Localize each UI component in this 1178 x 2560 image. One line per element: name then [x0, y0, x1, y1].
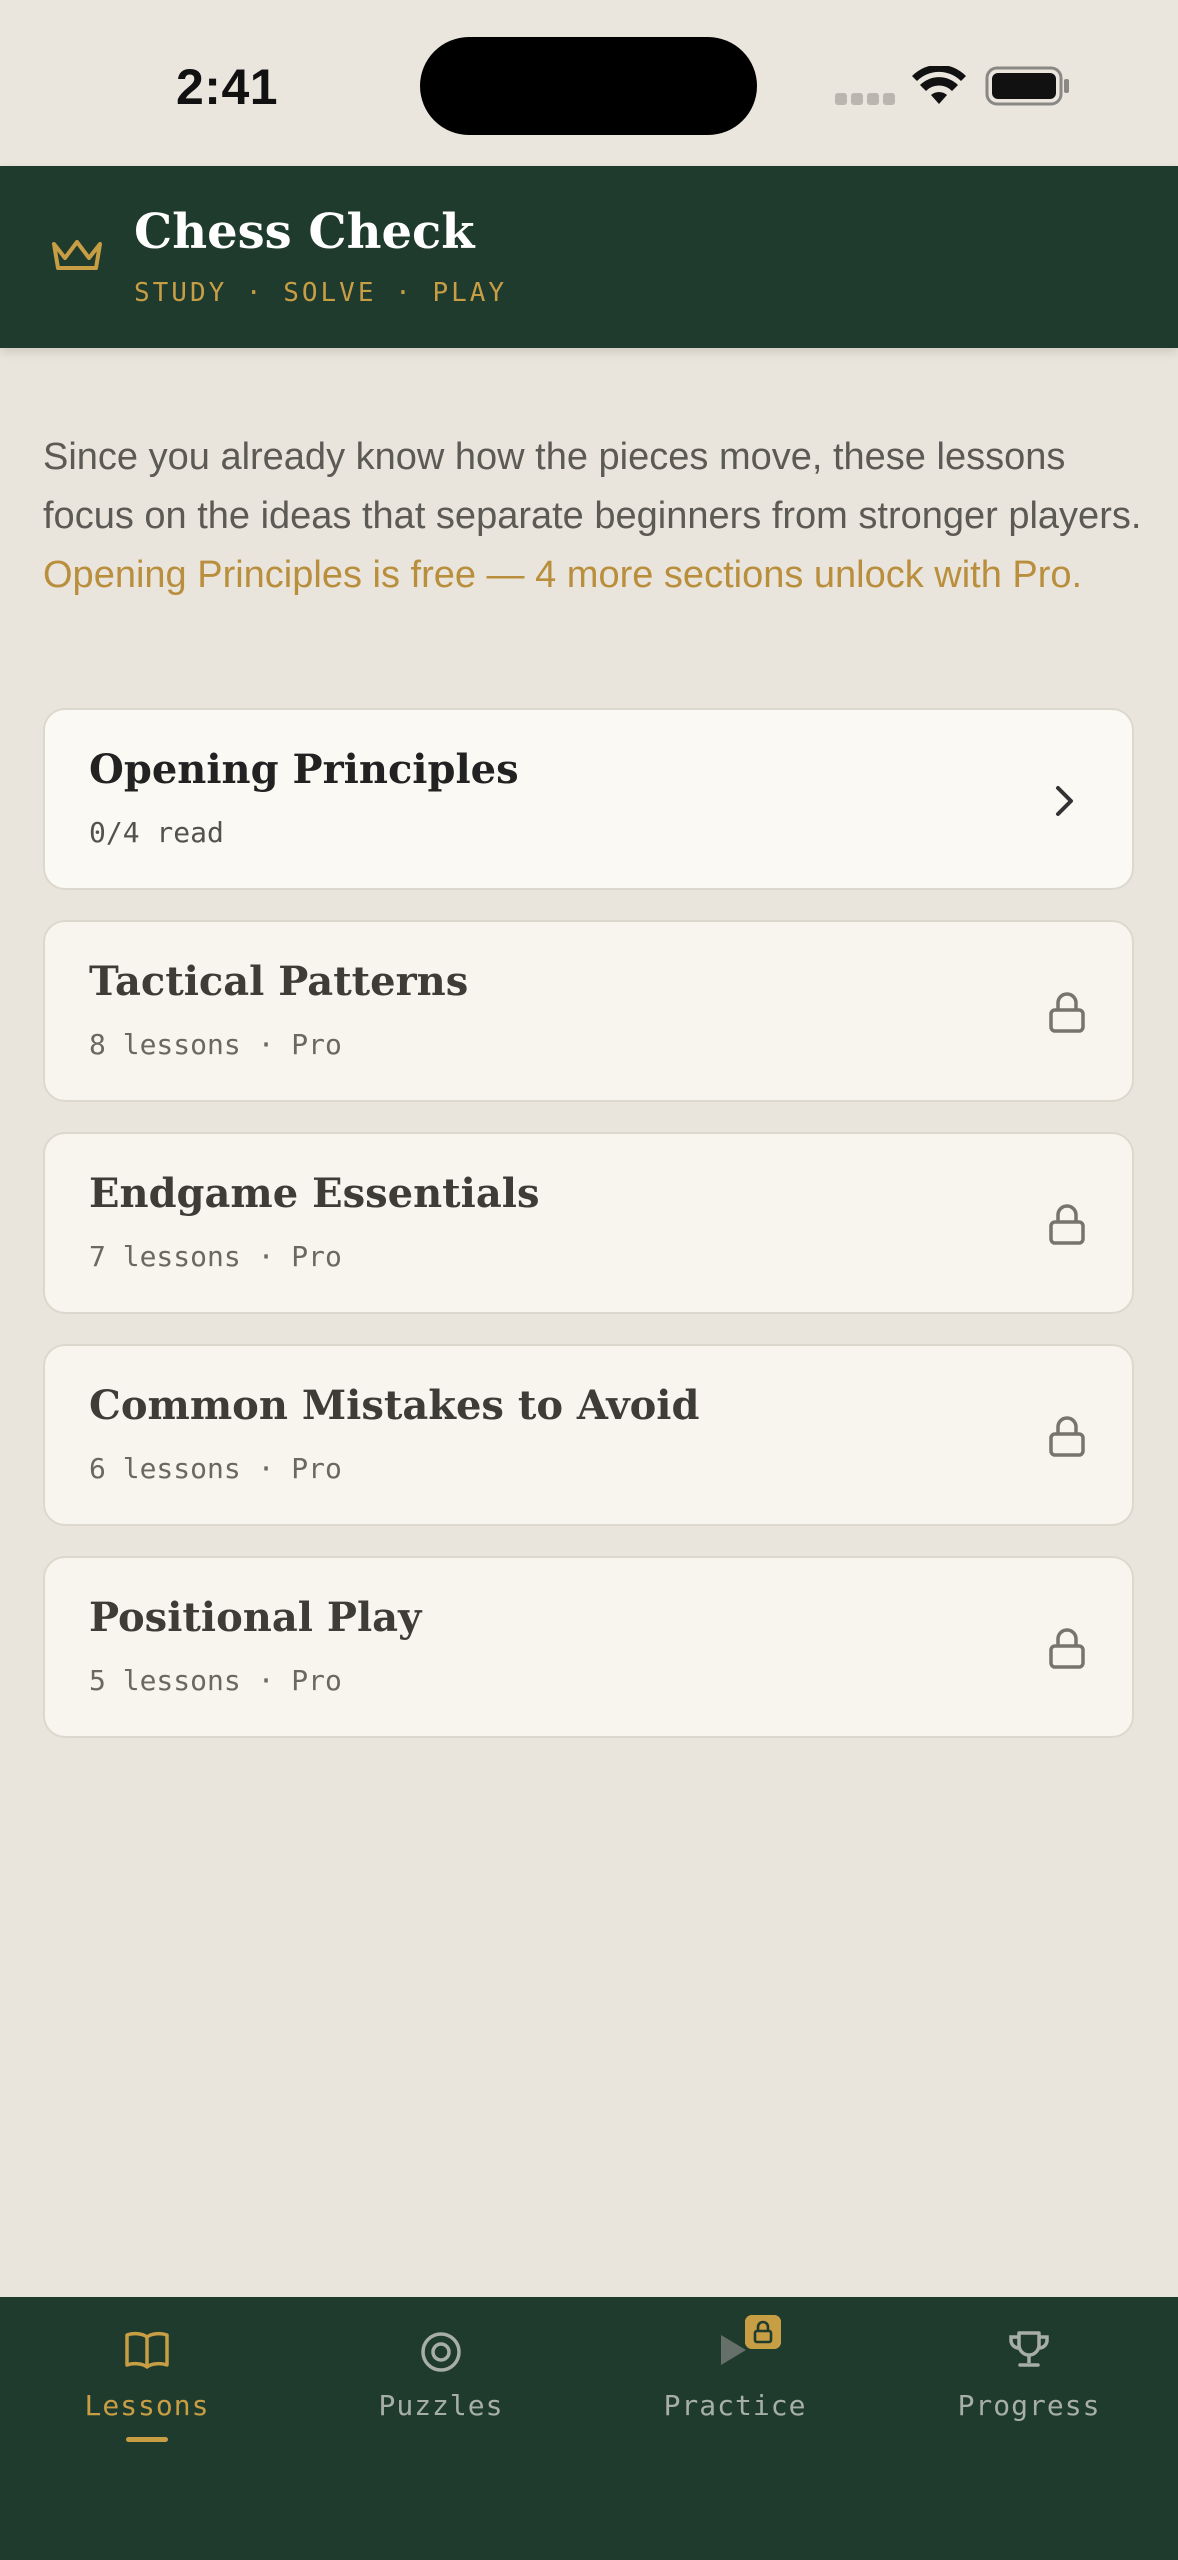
- section-card-common-mistakes[interactable]: Common Mistakes to Avoid 6 lessons · Pro: [43, 1344, 1134, 1526]
- section-card-opening-principles[interactable]: Opening Principles 0/4 read: [43, 708, 1134, 890]
- section-card-tactical-patterns[interactable]: Tactical Patterns 8 lessons · Pro: [43, 920, 1134, 1102]
- battery-icon: [985, 66, 1069, 106]
- tab-label: Progress: [957, 2389, 1101, 2422]
- lock-icon: [745, 2315, 781, 2349]
- tab-puzzles[interactable]: Puzzles: [294, 2297, 588, 2477]
- section-title: Positional Play: [89, 1594, 422, 1641]
- lock-icon: [1049, 1204, 1085, 1245]
- wifi-icon: [912, 66, 966, 104]
- bottom-tab-bar: Lessons Puzzles Practice Progress: [0, 2297, 1178, 2560]
- app-subtitle: STUDY · SOLVE · PLAY: [134, 278, 508, 308]
- chevron-right-icon: [1056, 786, 1073, 816]
- status-bar: 2:41: [0, 0, 1178, 166]
- section-title: Opening Principles: [89, 746, 519, 793]
- section-title: Tactical Patterns: [89, 958, 469, 1005]
- cellular-signal-icon: [835, 93, 895, 105]
- tab-lessons[interactable]: Lessons: [0, 2297, 294, 2477]
- active-tab-indicator: [126, 2437, 168, 2442]
- status-time: 2:41: [176, 59, 279, 115]
- app-title: Chess Check: [134, 204, 475, 260]
- section-meta: 5 lessons · Pro: [89, 1664, 342, 1697]
- book-icon: [125, 2331, 169, 2369]
- lock-icon: [1049, 992, 1085, 1033]
- section-card-positional-play[interactable]: Positional Play 5 lessons · Pro: [43, 1556, 1134, 1738]
- section-title: Common Mistakes to Avoid: [89, 1382, 700, 1429]
- lock-icon: [1049, 1628, 1085, 1669]
- dynamic-island: [420, 37, 757, 135]
- lock-icon: [1049, 1416, 1085, 1457]
- tab-label: Practice: [663, 2389, 807, 2422]
- trophy-icon: [1009, 2331, 1049, 2367]
- crown-icon: [52, 240, 102, 270]
- section-meta: 0/4 read: [89, 816, 224, 849]
- section-meta: 7 lessons · Pro: [89, 1240, 342, 1273]
- intro-body: Since you already know how the pieces mo…: [43, 436, 1142, 537]
- section-meta: 6 lessons · Pro: [89, 1452, 342, 1485]
- tab-label: Lessons: [84, 2389, 210, 2422]
- section-list: Opening Principles 0/4 read Tactical Pat…: [43, 708, 1134, 1768]
- tab-label: Puzzles: [378, 2389, 504, 2422]
- section-title: Endgame Essentials: [89, 1170, 540, 1217]
- tab-progress[interactable]: Progress: [882, 2297, 1176, 2477]
- target-icon: [421, 2332, 461, 2372]
- tab-practice[interactable]: Practice: [588, 2297, 882, 2477]
- section-meta: 8 lessons · Pro: [89, 1028, 342, 1061]
- intro-text: Since you already know how the pieces mo…: [43, 428, 1143, 605]
- app-header: Chess Check STUDY · SOLVE · PLAY: [0, 166, 1178, 348]
- section-card-endgame-essentials[interactable]: Endgame Essentials 7 lessons · Pro: [43, 1132, 1134, 1314]
- intro-highlight: Opening Principles is free — 4 more sect…: [43, 554, 1083, 596]
